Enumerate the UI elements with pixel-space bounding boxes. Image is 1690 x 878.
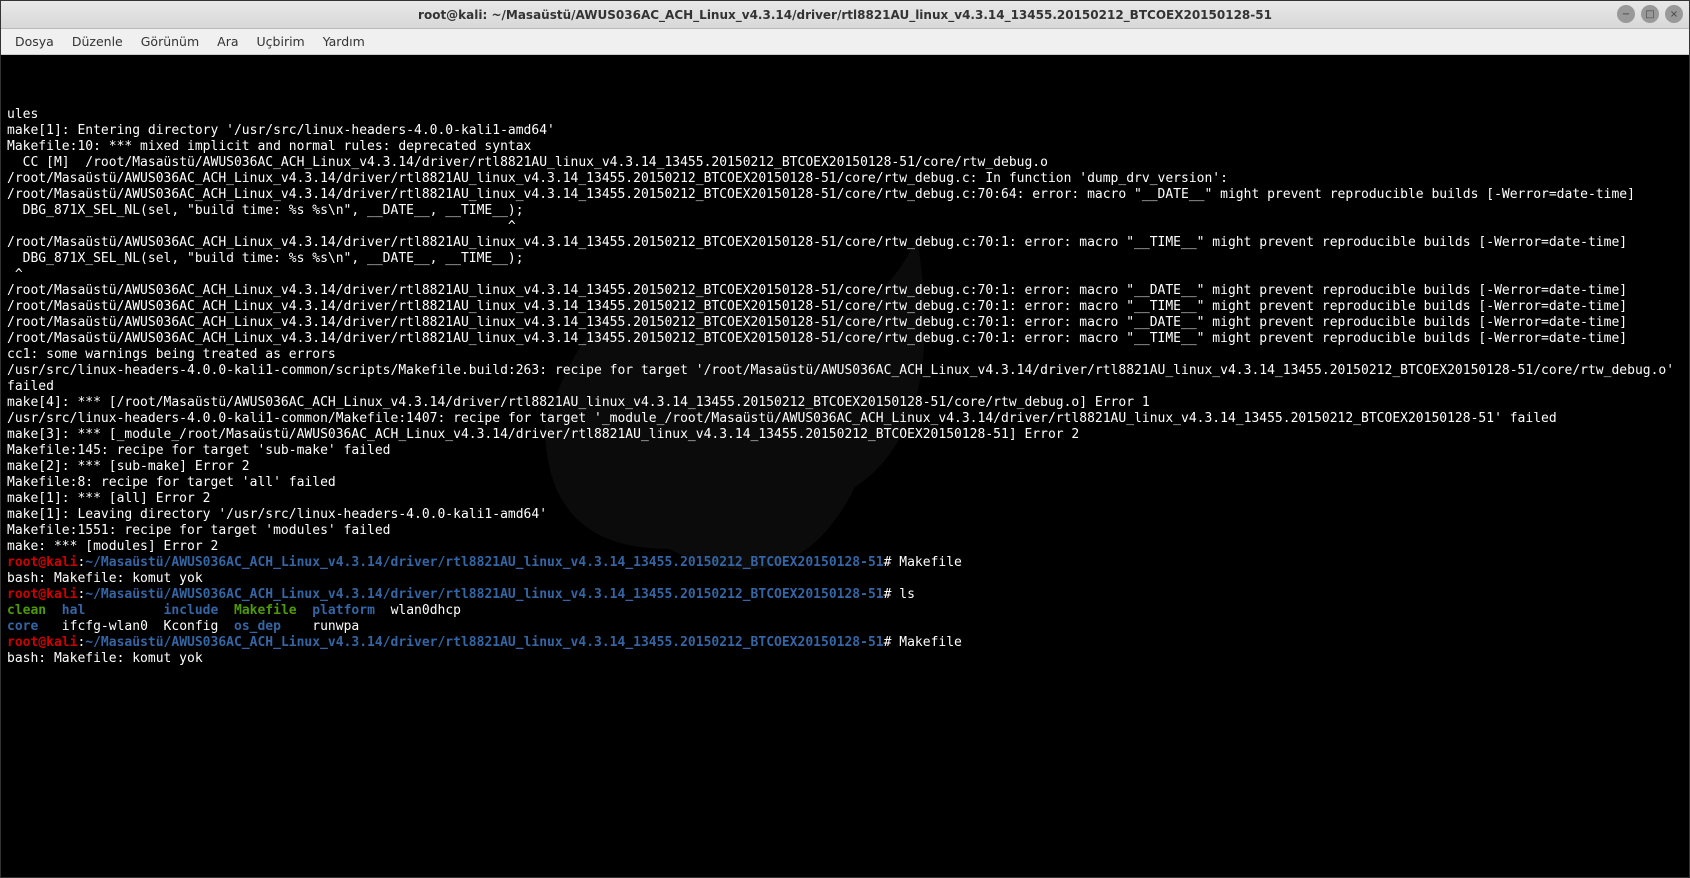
menu-help[interactable]: Yardım bbox=[315, 31, 373, 52]
terminal-output-line: /root/Masaüstü/AWUS036AC_ACH_Linux_v4.3.… bbox=[7, 283, 1683, 299]
terminal-output-line: make[3]: *** [_module_/root/Masaüstü/AWU… bbox=[7, 427, 1683, 443]
terminal-output-line: Makefile:1551: recipe for target 'module… bbox=[7, 523, 1683, 539]
terminal-output-line: make[2]: *** [sub-make] Error 2 bbox=[7, 459, 1683, 475]
terminal-output-line: bash: Makefile: komut yok bbox=[7, 651, 1683, 667]
terminal-output-line: DBG_871X_SEL_NL(sel, "build time: %s %s\… bbox=[7, 251, 1683, 267]
prompt-line: root@kali:~/Masaüstü/AWUS036AC_ACH_Linux… bbox=[7, 635, 1683, 651]
terminal-output-line: /root/Masaüstü/AWUS036AC_ACH_Linux_v4.3.… bbox=[7, 187, 1683, 203]
terminal-output-line: make: *** [modules] Error 2 bbox=[7, 539, 1683, 555]
prompt-line: root@kali:~/Masaüstü/AWUS036AC_ACH_Linux… bbox=[7, 587, 1683, 603]
terminal-output-line: make[1]: Entering directory '/usr/src/li… bbox=[7, 123, 1683, 139]
typed-command: Makefile bbox=[899, 635, 962, 650]
menu-search[interactable]: Ara bbox=[209, 31, 246, 52]
terminal-output-line: /usr/src/linux-headers-4.0.0-kali1-commo… bbox=[7, 363, 1683, 395]
menubar: Dosya Düzenle Görünüm Ara Uçbirim Yardım bbox=[1, 29, 1689, 55]
terminal-output-line: Makefile:10: *** mixed implicit and norm… bbox=[7, 139, 1683, 155]
ls-entry: ifcfg-wlan0 bbox=[62, 619, 164, 634]
ls-entry: clean bbox=[7, 603, 62, 618]
terminal-window: root@kali: ~/Masaüstü/AWUS036AC_ACH_Linu… bbox=[0, 0, 1690, 878]
titlebar[interactable]: root@kali: ~/Masaüstü/AWUS036AC_ACH_Linu… bbox=[1, 1, 1689, 29]
ls-row: core ifcfg-wlan0 Kconfig os_dep runwpa bbox=[7, 619, 1683, 635]
window-title: root@kali: ~/Masaüstü/AWUS036AC_ACH_Linu… bbox=[418, 8, 1272, 22]
terminal-output-line: /root/Masaüstü/AWUS036AC_ACH_Linux_v4.3.… bbox=[7, 315, 1683, 331]
terminal-output-line: make[4]: *** [/root/Masaüstü/AWUS036AC_A… bbox=[7, 395, 1683, 411]
ls-entry: hal bbox=[62, 603, 164, 618]
ls-entry: os_dep bbox=[234, 619, 312, 634]
typed-command: Makefile bbox=[899, 555, 962, 570]
terminal-output-line: Makefile:8: recipe for target 'all' fail… bbox=[7, 475, 1683, 491]
terminal-output-line: DBG_871X_SEL_NL(sel, "build time: %s %s\… bbox=[7, 203, 1683, 219]
ls-entry: platform bbox=[312, 603, 390, 618]
menu-view[interactable]: Görünüm bbox=[133, 31, 207, 52]
terminal-output-line: /root/Masaüstü/AWUS036AC_ACH_Linux_v4.3.… bbox=[7, 235, 1683, 251]
terminal-output-line: CC [M] /root/Masaüstü/AWUS036AC_ACH_Linu… bbox=[7, 155, 1683, 171]
menu-edit[interactable]: Düzenle bbox=[64, 31, 131, 52]
terminal-content[interactable]: ulesmake[1]: Entering directory '/usr/sr… bbox=[7, 107, 1683, 667]
maximize-button[interactable]: □ bbox=[1641, 5, 1659, 23]
menu-terminal[interactable]: Uçbirim bbox=[249, 31, 313, 52]
ls-entry: Kconfig bbox=[164, 619, 234, 634]
terminal-output-line: /usr/src/linux-headers-4.0.0-kali1-commo… bbox=[7, 411, 1683, 427]
ls-entry: include bbox=[164, 603, 234, 618]
terminal-area[interactable]: ulesmake[1]: Entering directory '/usr/sr… bbox=[1, 55, 1689, 877]
menu-file[interactable]: Dosya bbox=[7, 31, 62, 52]
prompt-line: root@kali:~/Masaüstü/AWUS036AC_ACH_Linux… bbox=[7, 555, 1683, 571]
terminal-output-line: /root/Masaüstü/AWUS036AC_ACH_Linux_v4.3.… bbox=[7, 299, 1683, 315]
terminal-output-line: ^ bbox=[7, 267, 1683, 283]
ls-entry: wlan0dhcp bbox=[391, 603, 485, 618]
ls-entry: Makefile bbox=[234, 603, 312, 618]
ls-entry: core bbox=[7, 619, 62, 634]
close-button[interactable]: × bbox=[1665, 5, 1683, 23]
terminal-output-line: cc1: some warnings being treated as erro… bbox=[7, 347, 1683, 363]
terminal-output-line: make[1]: *** [all] Error 2 bbox=[7, 491, 1683, 507]
terminal-output-line: /root/Masaüstü/AWUS036AC_ACH_Linux_v4.3.… bbox=[7, 171, 1683, 187]
terminal-output-line: ules bbox=[7, 107, 1683, 123]
ls-row: clean hal include Makefile platform wlan… bbox=[7, 603, 1683, 619]
terminal-output-line: Makefile:145: recipe for target 'sub-mak… bbox=[7, 443, 1683, 459]
terminal-output-line: ^ bbox=[7, 219, 1683, 235]
minimize-button[interactable]: − bbox=[1617, 5, 1635, 23]
ls-entry: runwpa bbox=[312, 619, 390, 634]
typed-command: ls bbox=[899, 587, 915, 602]
terminal-output-line: make[1]: Leaving directory '/usr/src/lin… bbox=[7, 507, 1683, 523]
window-controls: − □ × bbox=[1617, 5, 1683, 23]
terminal-output-line: /root/Masaüstü/AWUS036AC_ACH_Linux_v4.3.… bbox=[7, 331, 1683, 347]
terminal-output-line: bash: Makefile: komut yok bbox=[7, 571, 1683, 587]
